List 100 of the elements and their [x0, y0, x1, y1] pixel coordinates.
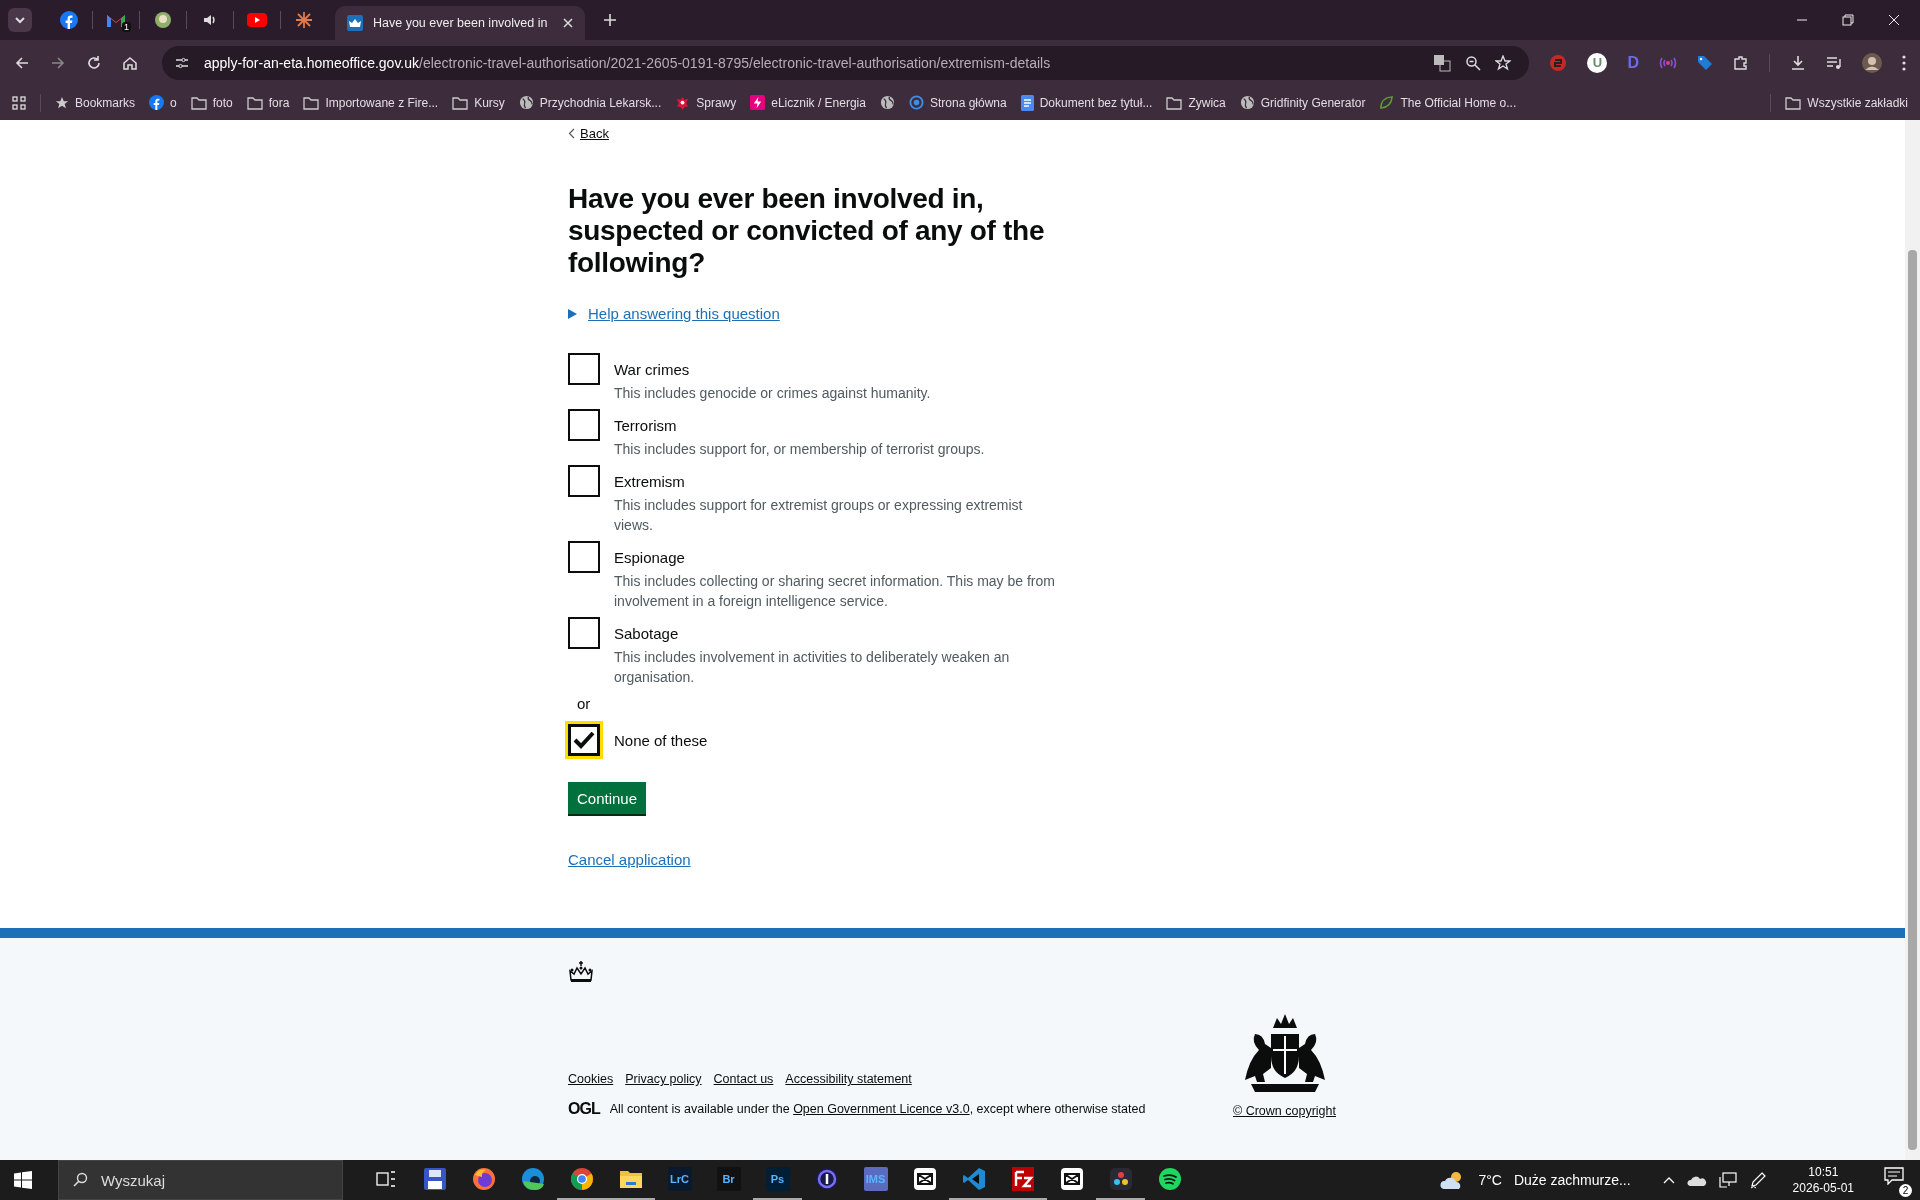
avatar-icon[interactable]: [1862, 52, 1882, 73]
menu-icon[interactable]: [1902, 54, 1906, 71]
close-icon[interactable]: [563, 18, 573, 28]
ring-icon: [814, 1167, 839, 1191]
clock-time[interactable]: 10:51: [1808, 1164, 1839, 1180]
back-link[interactable]: Back: [568, 126, 609, 141]
download-icon[interactable]: [1790, 54, 1806, 71]
back-icon[interactable]: [14, 54, 30, 71]
footer-link[interactable]: Privacy policy: [625, 1072, 702, 1086]
weather-text: Duże zachmurze...: [1513, 1172, 1631, 1188]
home-icon[interactable]: [122, 54, 138, 71]
bookmark[interactable]: Dokument bez tytuł...: [1020, 94, 1153, 111]
network-icon[interactable]: [1718, 1172, 1737, 1188]
app-tile-icon: IMS: [863, 1167, 888, 1191]
tab-title: Have you ever been involved in: [373, 16, 549, 30]
clock-date[interactable]: 2026-05-01: [1792, 1180, 1854, 1196]
globe-icon: [518, 95, 534, 110]
checkbox[interactable]: [568, 465, 600, 497]
browser-tab[interactable]: 1: [97, 0, 135, 40]
app-tile-icon: LrC: [667, 1167, 692, 1191]
help-disclosure[interactable]: Help answering this question: [568, 305, 780, 322]
bookmark[interactable]: foto: [190, 95, 233, 110]
checkbox[interactable]: [568, 724, 600, 756]
star-icon: [55, 95, 69, 110]
option-label[interactable]: Espionage: [614, 548, 1064, 568]
crown-icon: [568, 960, 594, 984]
notifications-button[interactable]: 2: [1880, 1163, 1912, 1197]
page-heading: Have you ever been involved in, suspected or convicted of any of the following?: [568, 183, 1046, 279]
chevron-up-icon[interactable]: [1662, 1176, 1675, 1184]
taskbar-app[interactable]: Br: [704, 1160, 753, 1200]
apps-icon[interactable]: [12, 95, 26, 110]
sound-waves-icon: [1157, 1167, 1182, 1191]
translate-icon[interactable]: [1433, 53, 1452, 72]
taskbar-app[interactable]: Ps: [753, 1160, 802, 1200]
bookmark[interactable]: Bookmarks: [55, 95, 136, 110]
tab-list-button[interactable]: [8, 8, 32, 32]
pen-icon[interactable]: [1748, 1171, 1767, 1189]
app-tile-icon: Br: [716, 1167, 741, 1191]
checkbox[interactable]: [568, 409, 600, 441]
option-label[interactable]: None of these: [614, 731, 1064, 751]
bookmark[interactable]: Sprawy: [675, 95, 737, 110]
bookmark[interactable]: The Official Home o...: [1379, 95, 1517, 110]
option-hint: This includes genocide or crimes against humanity.: [614, 384, 932, 403]
browser-tab[interactable]: Have you ever been involved in: [335, 6, 585, 40]
option-label[interactable]: Terrorism: [614, 416, 1064, 436]
bookmark[interactable]: o: [149, 95, 177, 110]
media-icon[interactable]: [1826, 54, 1842, 71]
new-tab-icon[interactable]: [603, 13, 617, 27]
forward-icon[interactable]: [50, 54, 66, 71]
extension-icon[interactable]: [1659, 55, 1677, 70]
option-label[interactable]: War crimes: [614, 360, 1064, 380]
mail-icon: [106, 12, 126, 28]
restore-icon[interactable]: [1842, 14, 1854, 26]
cancel-link[interactable]: Cancel application: [568, 851, 691, 868]
scrollbar-thumb[interactable]: [1908, 250, 1917, 1150]
cross-tile-icon: [1060, 1168, 1083, 1190]
bookmark[interactable]: eLicznik / Energia: [750, 95, 866, 110]
folder-icon: [190, 95, 207, 110]
bookmark[interactable]: Gridfinity Generator: [1239, 95, 1366, 110]
address-bar[interactable]: apply-for-an-eta.homeoffice.gov.uk/electronic-travel-authorisation/2021-2605-0191-8795/electronic-travel-authorisation/extremism-details: [162, 45, 1530, 80]
footer-link[interactable]: Cookies: [568, 1072, 614, 1086]
option-label[interactable]: Extremism: [614, 472, 1064, 492]
taskbar-app[interactable]: LrC: [655, 1160, 704, 1200]
chevron-down-icon: [14, 14, 26, 26]
copyright-link[interactable]: © Crown copyright: [1233, 1104, 1336, 1118]
extension-icon[interactable]: [1549, 53, 1568, 72]
licence-text: All content is available under the Open Government Licence v3.0, except where otherwise stated: [609, 1102, 1146, 1116]
ring-icon: [908, 95, 924, 110]
bookmark[interactable]: Strona główna: [908, 95, 1007, 110]
zoom-icon[interactable]: [1465, 54, 1482, 71]
footer-link[interactable]: Accessibility statement: [785, 1072, 912, 1086]
checkbox[interactable]: [568, 353, 600, 385]
footer-link[interactable]: Contact us: [713, 1072, 774, 1086]
licence-link[interactable]: Open Government Licence v3.0: [793, 1102, 970, 1116]
reload-icon[interactable]: [86, 54, 102, 71]
all-bookmarks[interactable]: Wszystkie zakładki: [1785, 95, 1908, 110]
bookmark[interactable]: Przychodnia Lekarsk...: [518, 95, 662, 110]
code-editor-icon: [961, 1167, 986, 1191]
extension-icon[interactable]: U: [1587, 52, 1608, 73]
tag-icon[interactable]: [1697, 54, 1713, 71]
bookmark[interactable]: Kursy: [452, 95, 505, 110]
chevron-left-icon: [568, 128, 575, 139]
extensions-icon[interactable]: [1733, 54, 1749, 71]
bookmark[interactable]: Zywica: [1166, 95, 1226, 110]
checkbox[interactable]: [568, 541, 600, 573]
windows-start-icon[interactable]: [14, 1171, 32, 1189]
continue-button[interactable]: Continue: [568, 782, 647, 814]
cross-tile-icon: [913, 1168, 936, 1190]
option-hint: This includes involvement in activities to deliberately weaken an organisation.: [614, 648, 1011, 687]
bookmark[interactable]: fora: [246, 95, 290, 110]
bookmark[interactable]: Importowane z Fire...: [303, 95, 439, 110]
folder-icon: [452, 95, 469, 110]
bookmark[interactable]: [879, 95, 895, 110]
checkbox[interactable]: [568, 617, 600, 649]
taskbar-search-field[interactable]: Wyszukaj: [58, 1160, 343, 1200]
close-icon[interactable]: [1888, 14, 1900, 26]
globe-icon: [879, 95, 895, 110]
option-label[interactable]: Sabotage: [614, 624, 1064, 644]
bookmark-star-icon[interactable]: [1495, 54, 1512, 71]
option-hint: This includes support for, or membership of terrorist groups.: [614, 440, 986, 459]
